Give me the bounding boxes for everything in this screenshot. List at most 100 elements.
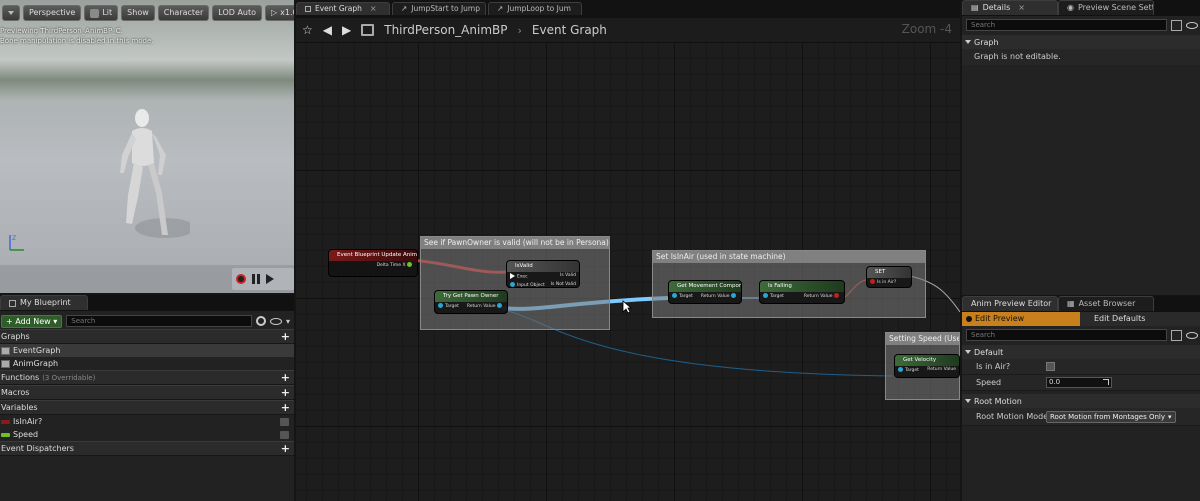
lit-button[interactable]: Lit	[84, 5, 119, 21]
graph-canvas[interactable]: See if PawnOwner is valid (will not be i…	[296, 42, 960, 501]
section-macros[interactable]: Macros +	[0, 385, 294, 400]
details-search-input[interactable]: Search	[966, 19, 1167, 31]
details-panel: ▤ Details × ◉ Preview Scene Sett Search Gra…	[962, 0, 1200, 295]
node-set-is-in-air[interactable]: SET Is in Air?	[866, 266, 912, 288]
blueprint-search-input[interactable]: Search	[66, 315, 252, 327]
tab-anim-preview-editor[interactable]: Anim Preview Editor×	[962, 296, 1058, 311]
eye-toggle-icon[interactable]	[280, 417, 289, 426]
pin-label: Is Not Valid	[550, 281, 576, 287]
speed-label: x1.0	[280, 8, 294, 17]
eye-icon[interactable]	[1186, 21, 1198, 29]
section-label: Root Motion	[974, 396, 1022, 406]
node-try-get-pawn-owner[interactable]: Try Get Pawn Owner Target Return Value	[434, 290, 508, 314]
tab-my-blueprint[interactable]: My Blueprint	[0, 295, 88, 310]
character-button[interactable]: Character	[157, 5, 210, 21]
tab-asset-browser[interactable]: ▦ Asset Browser	[1058, 296, 1154, 311]
perspective-button[interactable]: Perspective	[23, 5, 82, 21]
variable-item-isinair[interactable]: IsInAir?	[0, 415, 294, 428]
add-variable-icon[interactable]: +	[281, 402, 290, 413]
show-button[interactable]: Show	[121, 5, 155, 21]
anim-preview-search-input[interactable]: Search	[966, 329, 1167, 341]
pin-icon[interactable]	[731, 293, 736, 298]
details-section-graph[interactable]: Graph	[962, 35, 1200, 49]
breadcrumb-root[interactable]: ThirdPerson_AnimBP	[384, 23, 507, 37]
chevron-down-icon: ▾	[1168, 412, 1172, 421]
section-functions[interactable]: Functions (3 Overridable) +	[0, 370, 294, 385]
add-new-button[interactable]: + Add New ▾	[1, 314, 63, 328]
graph-breadcrumb-bar: ☆ ◀ ▶ ThirdPerson_AnimBP › Event Graph Z…	[296, 18, 960, 42]
tab-event-graph[interactable]: Event Graph ×	[296, 2, 390, 15]
pin-icon[interactable]	[870, 279, 875, 284]
section-variables[interactable]: Variables +	[0, 400, 294, 415]
functions-overridable-count: (3 Overridable)	[42, 374, 96, 382]
play-icon[interactable]	[266, 274, 274, 284]
node-isvalid[interactable]: IsValid Exec Is Valid Input Object Is Not …	[506, 260, 580, 288]
pin-icon[interactable]	[834, 293, 839, 298]
section-graphs[interactable]: Graphs +	[0, 329, 294, 344]
section-label: Graph	[974, 37, 999, 47]
add-dispatcher-icon[interactable]: +	[281, 443, 290, 454]
lod-button[interactable]: LOD Auto	[212, 5, 263, 21]
search-icon[interactable]	[255, 316, 266, 326]
eye-icon[interactable]	[269, 317, 282, 325]
lit-label: Lit	[102, 8, 113, 17]
add-new-label: + Add New	[6, 316, 51, 326]
edit-defaults-toggle[interactable]: Edit Defaults	[1080, 312, 1200, 326]
pin-label: Return Value	[927, 367, 956, 372]
details-icon: ▤	[971, 3, 979, 12]
node-get-velocity[interactable]: Get Velocity Target Return Value	[894, 354, 960, 378]
pin-icon[interactable]	[510, 281, 515, 287]
pin-icon[interactable]	[407, 262, 412, 267]
property-matrix-icon[interactable]	[1171, 19, 1182, 31]
is-in-air-checkbox[interactable]	[1046, 362, 1055, 371]
viewport-toolbar: Perspective Lit Show Character LOD Auto …	[0, 5, 294, 23]
pin-icon[interactable]	[898, 367, 903, 372]
tab-jumploop-to-jump[interactable]: ↗ JumpLoop to Jum	[488, 2, 582, 15]
breadcrumb-current[interactable]: Event Graph	[532, 23, 607, 37]
chevron-down-icon[interactable]: ▾	[286, 317, 290, 326]
exec-pin-icon[interactable]	[510, 273, 515, 279]
node-is-falling[interactable]: Is Falling Target Return Value	[759, 280, 845, 304]
tab-jumpstart-to-jump[interactable]: ↗ JumpStart to Jump	[392, 2, 486, 15]
expand-icon	[1103, 379, 1109, 385]
playback-speed-button[interactable]: ▷x1.0	[265, 5, 294, 21]
tab-label: JumpLoop to Jum	[507, 4, 571, 13]
variable-item-speed[interactable]: Speed	[0, 428, 294, 441]
edit-preview-toggle[interactable]: Edit Preview	[962, 312, 1080, 326]
property-matrix-icon[interactable]	[1171, 329, 1182, 341]
viewport-options-button[interactable]	[2, 5, 20, 21]
section-root-motion[interactable]: Root Motion	[962, 394, 1200, 408]
add-function-icon[interactable]: +	[281, 372, 290, 383]
node-pin-row: Target Return Value	[669, 292, 741, 300]
pause-icon[interactable]	[252, 274, 260, 284]
pin-label: Target	[445, 304, 459, 309]
root-motion-mode-select[interactable]: Root Motion from Montages Only ▾	[1046, 410, 1176, 423]
pin-icon[interactable]	[497, 303, 502, 308]
node-get-movement-component[interactable]: Get Movement Component Target Return Valu…	[668, 280, 742, 304]
eye-icon[interactable]	[1186, 331, 1198, 339]
forward-arrow-icon[interactable]: ▶	[342, 23, 351, 37]
add-macro-icon[interactable]: +	[281, 387, 290, 398]
eye-toggle-icon[interactable]	[280, 430, 289, 439]
graph-not-editable-text: Graph is not editable.	[962, 49, 1200, 65]
node-pin-row: Is in Air?	[867, 278, 911, 286]
blueprint-icon	[361, 24, 375, 36]
section-default[interactable]: Default	[962, 345, 1200, 359]
pin-icon[interactable]	[438, 303, 443, 308]
add-graph-icon[interactable]: +	[281, 331, 290, 342]
preview-viewport[interactable]: Perspective Lit Show Character LOD Auto …	[0, 0, 294, 293]
back-arrow-icon[interactable]: ◀	[323, 23, 332, 37]
graph-item-animgraph[interactable]: AnimGraph	[0, 357, 294, 370]
tab-preview-scene-settings[interactable]: ◉ Preview Scene Sett	[1058, 0, 1154, 15]
close-icon[interactable]: ×	[370, 3, 377, 15]
pin-icon[interactable]	[763, 293, 768, 298]
section-event-dispatchers[interactable]: Event Dispatchers +	[0, 441, 294, 456]
node-event-update-animation[interactable]: Event Blueprint Update Animation Delta T…	[328, 249, 418, 277]
pin-icon[interactable]	[672, 293, 677, 298]
tab-details[interactable]: ▤ Details ×	[962, 0, 1058, 15]
speed-input[interactable]: 0.0	[1046, 377, 1112, 388]
record-icon[interactable]	[236, 274, 246, 284]
star-icon[interactable]: ☆	[302, 23, 313, 37]
graph-item-eventgraph[interactable]: EventGraph	[0, 344, 294, 357]
close-icon[interactable]: ×	[1018, 1, 1025, 15]
